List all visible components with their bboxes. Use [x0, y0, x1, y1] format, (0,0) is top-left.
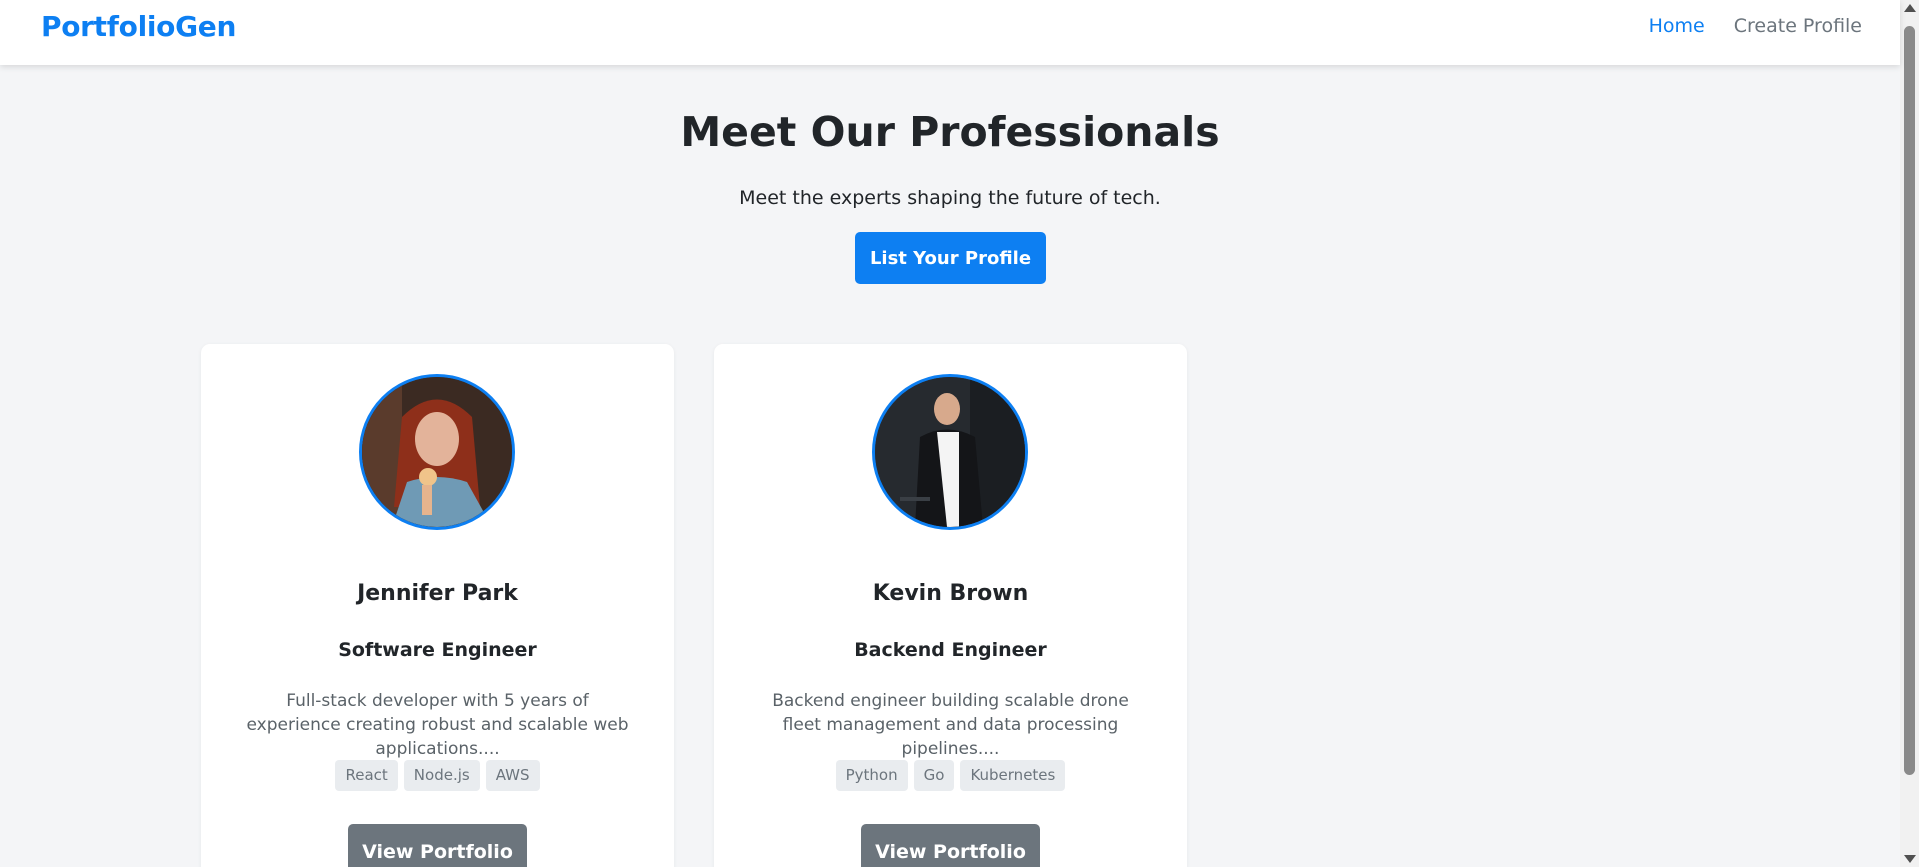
profile-role: Software Engineer: [338, 639, 537, 661]
view-portfolio-button[interactable]: View Portfolio: [348, 824, 527, 867]
page-title: Meet Our Professionals: [680, 108, 1220, 156]
vertical-scrollbar[interactable]: [1900, 0, 1919, 867]
view-portfolio-button[interactable]: View Portfolio: [861, 824, 1040, 867]
profile-photo-kevin: [875, 377, 1025, 527]
page-subtitle: Meet the experts shaping the future of t…: [739, 187, 1161, 209]
skill-tag: Python: [835, 760, 908, 791]
list-your-profile-button[interactable]: List Your Profile: [855, 232, 1046, 284]
nav-link-home[interactable]: Home: [1649, 15, 1705, 37]
scroll-down-arrow-icon[interactable]: [1904, 855, 1916, 863]
profile-role: Backend Engineer: [854, 639, 1047, 661]
profile-description: Full-stack developer with 5 years of exp…: [246, 691, 629, 759]
profile-card: Jennifer Park Software Engineer Full-sta…: [201, 344, 674, 867]
skill-tag: AWS: [485, 760, 540, 791]
top-navbar: PortfolioGen Home Create Profile: [0, 0, 1900, 65]
skill-tags: React Node.js AWS: [201, 760, 674, 791]
skill-tag: Go: [913, 760, 955, 791]
profile-description: Backend engineer building scalable drone…: [772, 691, 1129, 759]
skill-tag: Node.js: [403, 760, 480, 791]
profile-name: Jennifer Park: [357, 581, 518, 606]
nav-links: Home Create Profile: [1649, 15, 1862, 37]
brand-logo-link[interactable]: PortfolioGen: [41, 10, 236, 43]
skill-tags: Python Go Kubernetes: [714, 760, 1187, 791]
scrollbar-thumb[interactable]: [1904, 26, 1915, 775]
avatar: [872, 374, 1028, 530]
skill-tag: Kubernetes: [960, 760, 1066, 791]
profile-name: Kevin Brown: [872, 581, 1029, 606]
avatar: [359, 374, 515, 530]
profile-photo-jennifer: [362, 377, 512, 527]
nav-link-create-profile[interactable]: Create Profile: [1734, 15, 1862, 37]
scroll-up-arrow-icon[interactable]: [1904, 4, 1916, 12]
profile-card: Kevin Brown Backend Engineer Backend eng…: [714, 344, 1187, 867]
skill-tag: React: [335, 760, 398, 791]
